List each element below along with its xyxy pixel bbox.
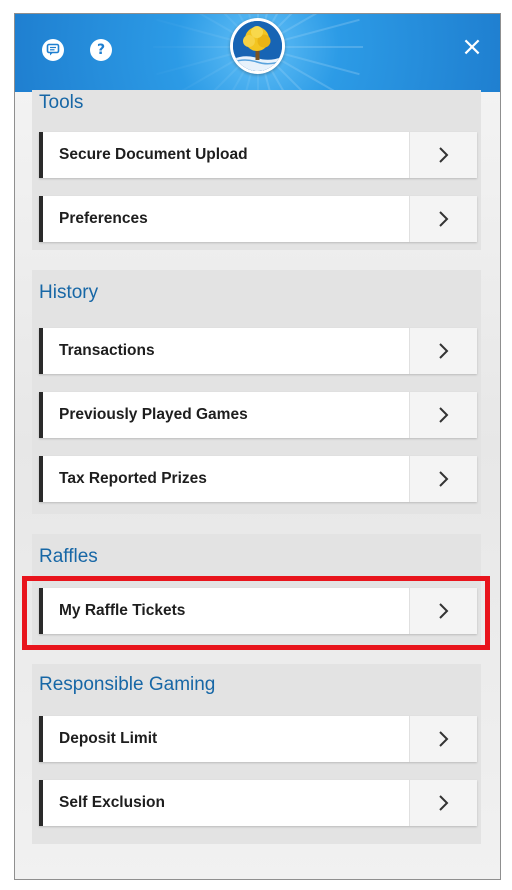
chevron-right-icon [409,716,477,762]
menu-item-preferences[interactable]: Preferences [39,196,477,242]
menu-item-transactions[interactable]: Transactions [39,328,477,374]
chevron-right-icon [409,132,477,178]
section-title-tools: Tools [39,92,84,113]
menu-item-tax-reported-prizes[interactable]: Tax Reported Prizes [39,456,477,502]
chevron-right-icon [409,588,477,634]
section-title-responsible-gaming: Responsible Gaming [39,674,216,695]
menu-item-label: Deposit Limit [59,730,158,747]
section-title-raffles: Raffles [39,546,98,567]
chevron-right-icon [409,392,477,438]
menu-frame: ? × Tools Secure Document Upload Prefere… [14,13,501,880]
menu-item-previously-played-games[interactable]: Previously Played Games [39,392,477,438]
menu-item-label: My Raffle Tickets [59,602,186,619]
chevron-right-icon [409,780,477,826]
menu-item-secure-document-upload[interactable]: Secure Document Upload [39,132,477,178]
section-tools: Tools Secure Document Upload Preferences [32,90,481,250]
lottery-logo [230,18,285,74]
section-responsible-gaming: Responsible Gaming Deposit Limit Self Ex… [32,664,481,844]
menu-item-self-exclusion[interactable]: Self Exclusion [39,780,477,826]
chat-icon [46,43,60,56]
menu-item-label: Transactions [59,342,155,359]
menu-item-my-raffle-tickets[interactable]: My Raffle Tickets [39,588,477,634]
section-raffles: Raffles My Raffle Tickets [32,534,481,650]
menu-item-label: Self Exclusion [59,794,165,811]
section-history: History Transactions Previously Played G… [32,270,481,514]
chevron-right-icon [409,196,477,242]
menu-item-label: Previously Played Games [59,406,248,423]
close-icon[interactable]: × [459,34,485,60]
menu-item-deposit-limit[interactable]: Deposit Limit [39,716,477,762]
section-title-history: History [39,282,99,303]
menu-item-label: Preferences [59,210,148,227]
menu-header: ? × [15,14,500,92]
help-button[interactable]: ? [90,39,112,61]
help-icon: ? [96,42,106,58]
chevron-right-icon [409,456,477,502]
chevron-right-icon [409,328,477,374]
menu-item-label: Tax Reported Prizes [59,470,207,487]
menu-item-label: Secure Document Upload [59,146,248,163]
chat-button[interactable] [42,39,64,61]
